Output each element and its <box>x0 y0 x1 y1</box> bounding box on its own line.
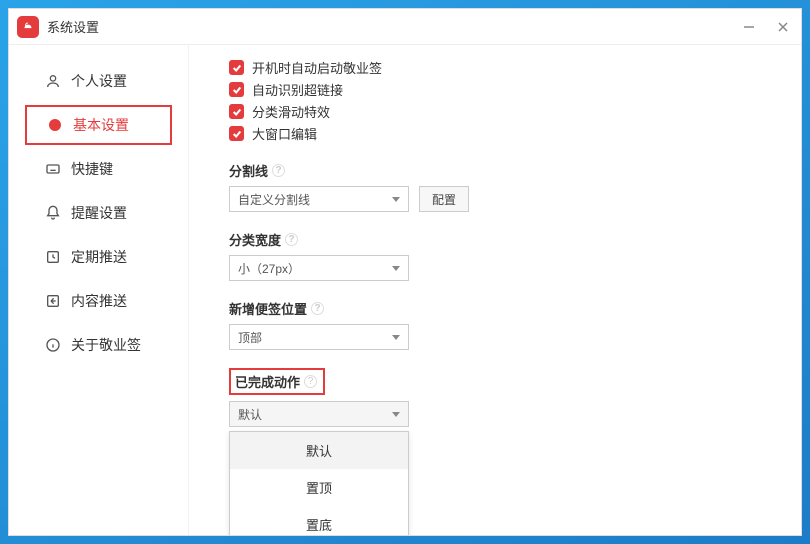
done-action-select[interactable]: 默认 <box>229 401 409 427</box>
sidebar-item-label: 内容推送 <box>71 291 127 311</box>
window-title: 系统设置 <box>47 17 731 36</box>
section-label: 分割线 <box>229 161 268 180</box>
configure-button[interactable]: 配置 <box>419 186 469 212</box>
sidebar-item-about[interactable]: 关于敬业签 <box>25 325 172 365</box>
help-icon[interactable]: ? <box>272 164 285 177</box>
sidebar-item-label: 提醒设置 <box>71 203 127 223</box>
section-label: 新增便签位置 <box>229 299 307 318</box>
settings-window: 系统设置 个人设置 基本设置 <box>8 8 802 536</box>
width-select[interactable]: 小（27px） <box>229 255 409 281</box>
sidebar-item-label: 定期推送 <box>71 247 127 267</box>
close-button[interactable] <box>773 17 793 37</box>
help-icon[interactable]: ? <box>304 375 317 388</box>
target-icon <box>47 117 63 133</box>
help-icon[interactable]: ? <box>285 233 298 246</box>
select-value: 小（27px） <box>238 260 300 277</box>
checkbox-label: 大窗口编辑 <box>252 124 317 143</box>
section-new-note-position: 新增便签位置 ? 顶部 <box>229 299 781 350</box>
titlebar: 系统设置 <box>9 9 801 45</box>
select-value: 默认 <box>238 406 262 423</box>
app-icon <box>17 16 39 38</box>
window-controls <box>739 17 793 37</box>
checkbox-label: 分类滑动特效 <box>252 102 330 121</box>
section-divider: 分割线 ? 自定义分割线 配置 <box>229 161 781 212</box>
minimize-button[interactable] <box>739 17 759 37</box>
highlighted-label: 已完成动作 ? <box>229 368 325 395</box>
done-action-dropdown: 默认 置顶 置底 删除 <box>229 431 409 535</box>
sidebar-item-shortcuts[interactable]: 快捷键 <box>25 149 172 189</box>
bell-icon <box>45 205 61 221</box>
chevron-down-icon <box>392 266 400 271</box>
section-done-action: 已完成动作 ? 默认 默认 置顶 置底 删除 <box>229 368 781 535</box>
sidebar-item-label: 个人设置 <box>71 71 127 91</box>
sidebar-item-label: 关于敬业签 <box>71 335 141 355</box>
checkbox-label: 自动识别超链接 <box>252 80 343 99</box>
content-pane: 开机时自动启动敬业签 自动识别超链接 分类滑动特效 大窗口编辑 分割线 ? <box>189 45 801 535</box>
checkbox-row-autostart[interactable]: 开机时自动启动敬业签 <box>229 58 781 77</box>
sidebar-item-label: 基本设置 <box>73 115 129 135</box>
sidebar-item-reminder[interactable]: 提醒设置 <box>25 193 172 233</box>
select-value: 自定义分割线 <box>238 191 310 208</box>
newpos-select[interactable]: 顶部 <box>229 324 409 350</box>
checkbox-checked-icon <box>229 60 244 75</box>
checkbox-label: 开机时自动启动敬业签 <box>252 58 382 77</box>
chevron-down-icon <box>392 412 400 417</box>
sidebar-item-content-push[interactable]: 内容推送 <box>25 281 172 321</box>
keyboard-icon <box>45 161 61 177</box>
checkbox-checked-icon <box>229 82 244 97</box>
chevron-down-icon <box>392 335 400 340</box>
section-label: 分类宽度 <box>229 230 281 249</box>
section-category-width: 分类宽度 ? 小（27px） <box>229 230 781 281</box>
sidebar-item-basic[interactable]: 基本设置 <box>25 105 172 145</box>
checkbox-checked-icon <box>229 104 244 119</box>
clock-square-icon <box>45 249 61 265</box>
person-icon <box>45 73 61 89</box>
sidebar: 个人设置 基本设置 快捷键 提醒设置 <box>9 45 189 535</box>
sidebar-item-label: 快捷键 <box>71 159 113 179</box>
help-icon[interactable]: ? <box>311 302 324 315</box>
section-label: 已完成动作 <box>235 372 300 391</box>
chevron-down-icon <box>392 197 400 202</box>
checkbox-row-hyperlink[interactable]: 自动识别超链接 <box>229 80 781 99</box>
sidebar-item-schedule[interactable]: 定期推送 <box>25 237 172 277</box>
checkbox-checked-icon <box>229 126 244 141</box>
arrow-square-icon <box>45 293 61 309</box>
dropdown-option-top[interactable]: 置顶 <box>230 469 408 506</box>
dropdown-option-default[interactable]: 默认 <box>230 432 408 469</box>
select-value: 顶部 <box>238 329 262 346</box>
dropdown-option-bottom[interactable]: 置底 <box>230 506 408 535</box>
window-body: 个人设置 基本设置 快捷键 提醒设置 <box>9 45 801 535</box>
sidebar-item-personal[interactable]: 个人设置 <box>25 61 172 101</box>
checkbox-row-big-window[interactable]: 大窗口编辑 <box>229 124 781 143</box>
info-icon <box>45 337 61 353</box>
checkbox-row-slide-effect[interactable]: 分类滑动特效 <box>229 102 781 121</box>
divider-select[interactable]: 自定义分割线 <box>229 186 409 212</box>
